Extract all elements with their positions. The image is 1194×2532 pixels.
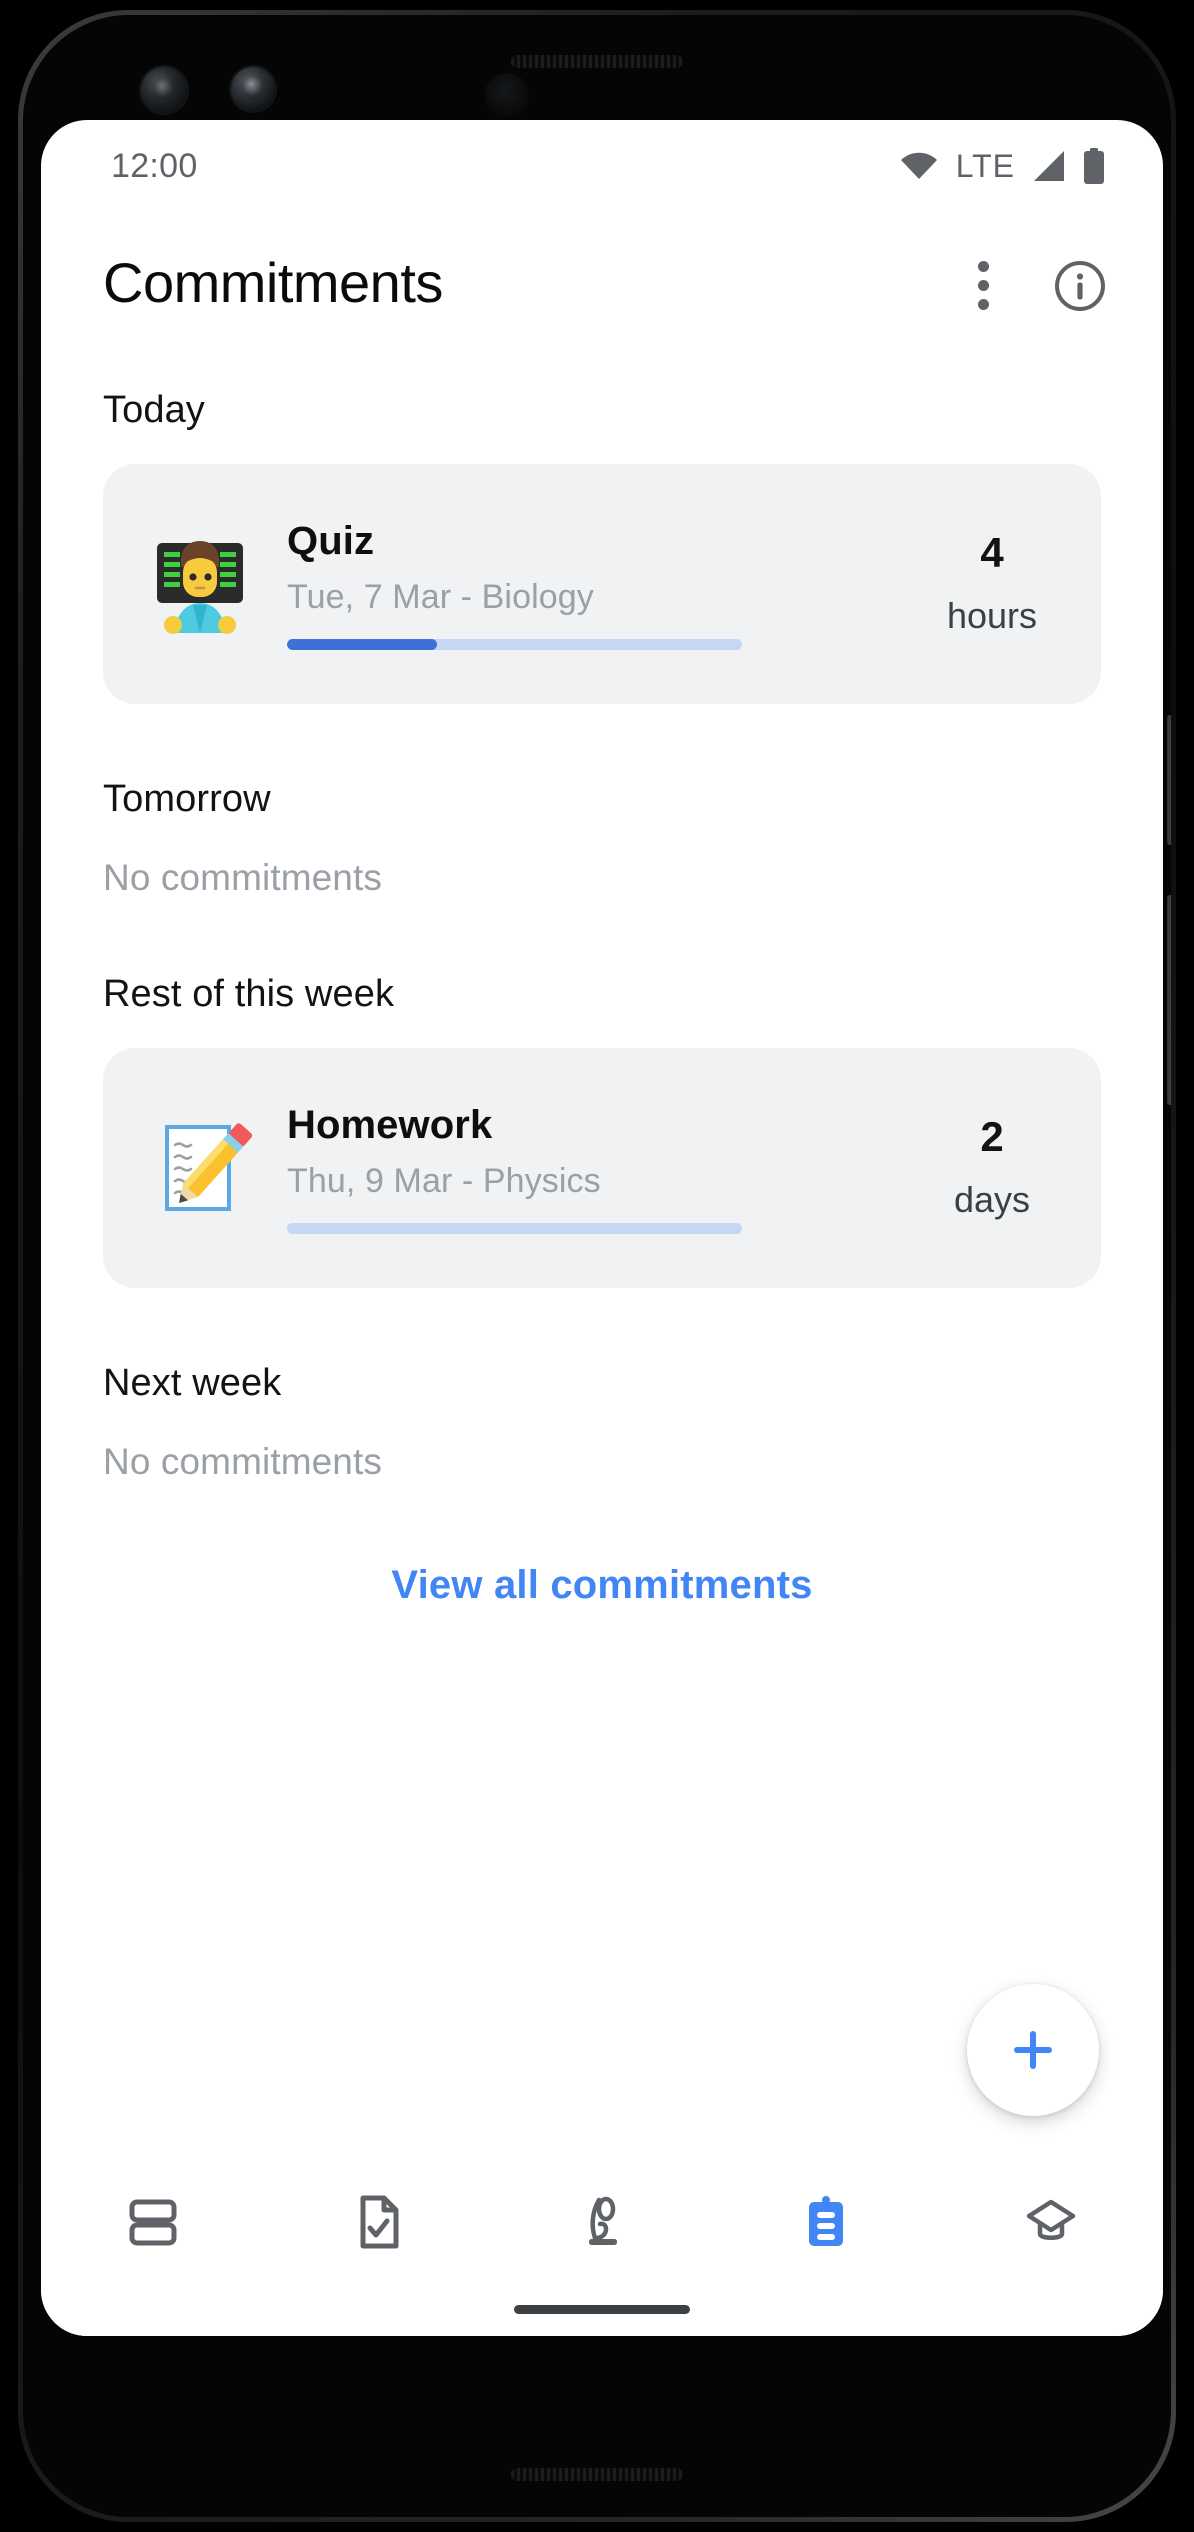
nav-item-courses[interactable] [976, 2192, 1126, 2252]
section-heading-tomorrow: Tomorrow [103, 778, 271, 820]
home-indicator[interactable] [514, 2305, 690, 2314]
section-heading-today: Today [103, 389, 205, 431]
commitment-countdown: 2 days [917, 1112, 1067, 1221]
document-check-icon [348, 2192, 408, 2252]
phone-body: 12:00 LTE Commitments Today Quiz Tue, 7 … [23, 15, 1171, 2517]
proximity-sensor [485, 73, 529, 117]
front-camera-lens-right [231, 67, 275, 111]
countdown-value: 4 [980, 528, 1004, 576]
countdown-value: 2 [980, 1112, 1004, 1160]
app-bar: Commitments [41, 212, 1163, 315]
section-heading-next-week: Next week [103, 1362, 282, 1404]
empty-state-next-week: No commitments [103, 1441, 382, 1482]
status-bar-icons: LTE [899, 148, 1105, 185]
trophy-icon [572, 2192, 632, 2252]
phone-screen: 12:00 LTE Commitments Today Quiz Tue, 7 … [41, 120, 1163, 2336]
commitment-progress-bar [287, 1222, 742, 1234]
empty-state-tomorrow: No commitments [103, 857, 382, 898]
info-circle-icon[interactable] [1053, 259, 1107, 313]
commitment-progress-bar [287, 638, 742, 650]
wifi-icon [899, 151, 939, 181]
commitment-title: Homework [287, 1102, 493, 1147]
plus-icon [1005, 2022, 1061, 2078]
status-bar: 12:00 LTE [41, 120, 1163, 212]
view-all-commitments-link[interactable]: View all commitments [391, 1563, 812, 1608]
graduation-cap-icon [1021, 2192, 1081, 2252]
nav-item-assignments[interactable] [303, 2192, 453, 2252]
countdown-unit: days [953, 1179, 1031, 1221]
power-button[interactable] [1167, 715, 1171, 845]
view-all-container: View all commitments [103, 1563, 1101, 1608]
commitments-list: Today Quiz Tue, 7 Mar - Biology 4 hours … [41, 389, 1163, 1608]
dashboard-icon [123, 2192, 183, 2252]
add-commitment-fab[interactable] [967, 1984, 1099, 2116]
commitment-details: Homework Thu, 9 Mar - Physics [259, 1103, 917, 1234]
commitment-card-quiz[interactable]: Quiz Tue, 7 Mar - Biology 4 hours [103, 464, 1101, 704]
nav-item-commitments[interactable] [751, 2192, 901, 2252]
clipboard-icon [796, 2192, 856, 2252]
section-heading-rest-of-week: Rest of this week [103, 973, 395, 1015]
commitment-card-homework[interactable]: Homework Thu, 9 Mar - Physics 2 days [103, 1048, 1101, 1288]
volume-button[interactable] [1167, 895, 1171, 1105]
technologist-emoji [141, 525, 259, 643]
page-title: Commitments [103, 251, 443, 314]
network-type-label: LTE [955, 147, 1015, 184]
bottom-speaker-grille [511, 2468, 683, 2481]
battery-full-icon [1083, 148, 1105, 184]
commitment-subtitle: Tue, 7 Mar - Biology [287, 577, 594, 616]
app-bar-actions [959, 253, 1107, 313]
nav-item-achievements[interactable] [527, 2192, 677, 2252]
phone-frame: 12:00 LTE Commitments Today Quiz Tue, 7 … [18, 10, 1176, 2522]
commitment-subtitle: Thu, 9 Mar - Physics [287, 1161, 601, 1200]
earpiece-speaker-grille [511, 55, 683, 68]
status-bar-clock: 12:00 [111, 146, 198, 185]
countdown-unit: hours [946, 595, 1038, 637]
more-vert-icon[interactable] [959, 260, 1007, 312]
commitment-details: Quiz Tue, 7 Mar - Biology [259, 519, 917, 650]
memo-emoji [141, 1109, 259, 1227]
front-camera-lens-left [141, 67, 187, 113]
cell-signal-icon [1032, 150, 1066, 182]
commitment-title: Quiz [287, 518, 375, 563]
commitment-countdown: 4 hours [917, 528, 1067, 637]
nav-item-dashboard[interactable] [78, 2192, 228, 2252]
commitment-progress-fill [287, 638, 438, 650]
